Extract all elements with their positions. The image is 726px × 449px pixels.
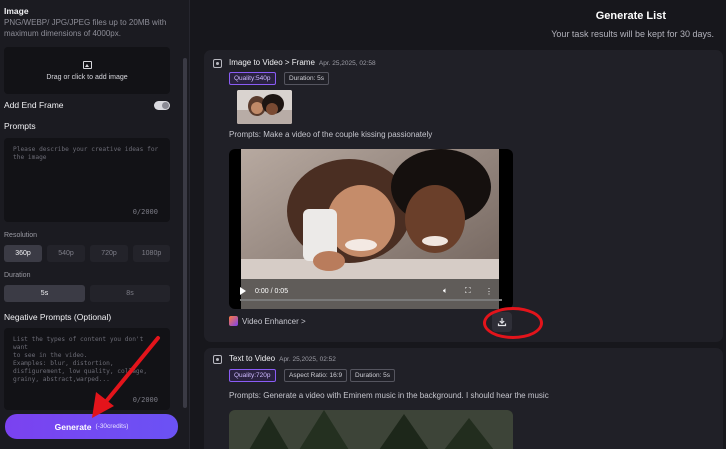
negative-placeholder-line: to see in the video. [13, 352, 88, 359]
resolution-option-1080p[interactable]: 1080p [133, 245, 170, 262]
resolution-option-540p[interactable]: 540p [47, 245, 85, 262]
resolution-option-720p[interactable]: 720p [90, 245, 128, 262]
duration-tag: Duration: 5s [284, 72, 330, 85]
video-player[interactable] [229, 410, 513, 449]
resolution-label: Resolution [4, 232, 38, 239]
task-title: Text to Video Apr. 25,2025, 02:52 [229, 354, 336, 363]
prompt-placeholder-line2: the image [13, 154, 47, 161]
generate-label: Generate [54, 421, 92, 432]
scrollbar-thumb[interactable] [183, 58, 187, 408]
duration-tag: Duration: 5s [350, 369, 396, 382]
quality-tag: Quality:720p [229, 369, 276, 382]
image-icon [82, 60, 92, 69]
more-options-icon[interactable]: ⋮ [485, 287, 493, 296]
negative-prompts-title: Negative Prompts (Optional) [4, 312, 112, 322]
panel-scrollbar[interactable] [183, 0, 187, 449]
negative-placeholder-line: disfigurement, low quality, collage, [13, 368, 148, 375]
image-section-title: Image [4, 6, 29, 16]
red-circle-annotation [483, 307, 543, 339]
prompts-title: Prompts [4, 121, 36, 131]
video-progress-bar[interactable] [240, 299, 502, 301]
resolution-option-360p[interactable]: 360p [4, 245, 42, 262]
task-date: Apr. 25,2025, 02:58 [318, 60, 376, 67]
image-upload-area[interactable]: Drag or click to add image [4, 47, 170, 94]
aspect-ratio-tag: Aspect Ratio: 16:9 [284, 369, 348, 382]
video-time-display: 0:00 / 0:05 [255, 287, 289, 295]
duration-option-8s[interactable]: 8s [90, 285, 170, 302]
task-prompt: Prompts: Make a video of the couple kiss… [229, 130, 433, 139]
play-icon[interactable] [240, 287, 246, 295]
task-type-icon [213, 355, 222, 364]
task-prompt: Prompts: Generate a video with Eminem mu… [229, 391, 549, 400]
duration-label: Duration [4, 272, 31, 279]
upload-label: Drag or click to add image [46, 73, 128, 81]
settings-panel: Image PNG/WEBP/ JPG/JPEG files up to 20M… [0, 0, 190, 449]
negative-placeholder-line: List the types of content you don't want [13, 336, 144, 351]
task-title: Image to Video > Frame Apr. 25,2025, 02:5… [229, 58, 376, 67]
task-date: Apr. 25,2025, 02:52 [279, 356, 336, 363]
fullscreen-icon[interactable]: ⛶ [465, 286, 471, 296]
volume-icon[interactable]: 🔈︎ [443, 286, 448, 296]
quality-tag: Quality:540p [229, 72, 276, 85]
generate-list-title: Generate List [595, 10, 666, 22]
negative-prompt-input[interactable]: List the types of content you don't want… [4, 328, 170, 410]
prompt-char-counter: 0/2000 [132, 208, 158, 216]
source-image-thumbnail[interactable] [237, 90, 292, 124]
end-frame-toggle[interactable] [154, 101, 170, 110]
generate-credits: (-30credits) [95, 423, 129, 430]
task-card-image-to-video: Image to Video > Frame Apr. 25,2025, 02:5… [204, 50, 723, 342]
generate-list-area: Generate List Your task results will be … [191, 0, 726, 449]
task-card-text-to-video: Text to Video Apr. 25,2025, 02:52 Quality… [204, 348, 723, 449]
video-controls: 0:00 / 0:05 [240, 285, 502, 297]
duration-option-5s[interactable]: 5s [4, 285, 85, 302]
negative-placeholder-line: grainy, abstract,warped... [13, 376, 110, 383]
task-title-text: Image to Video > Frame [229, 58, 315, 67]
video-enhancer-link[interactable]: Video Enhancer > [229, 316, 306, 326]
negative-char-counter: 0/2000 [132, 396, 158, 404]
video-enhancer-label: Video Enhancer > [242, 316, 306, 326]
prompt-placeholder-line1: Please describe your creative ideas for [13, 146, 159, 153]
image-hint-line2: maximum dimensions of 4000px. [4, 29, 121, 38]
generate-button[interactable]: Generate (-30credits) [5, 414, 178, 439]
end-frame-label: Add End Frame [4, 100, 64, 110]
negative-placeholder-line: Examples: blur, distortion, [13, 360, 114, 367]
video-player[interactable]: 0:00 / 0:05 🔈︎ ⛶ ⋮ [229, 149, 513, 309]
task-type-icon [213, 59, 222, 68]
task-title-text: Text to Video [229, 354, 276, 363]
prompt-input[interactable]: Please describe your creative ideas for … [4, 138, 170, 222]
video-frame [229, 410, 513, 449]
image-hint-line1: PNG/WEBP/ JPG/JPEG files up to 20MB with [4, 18, 167, 27]
generate-list-subtitle: Your task results will be kept for 30 da… [551, 29, 714, 39]
video-enhancer-icon [229, 316, 238, 326]
